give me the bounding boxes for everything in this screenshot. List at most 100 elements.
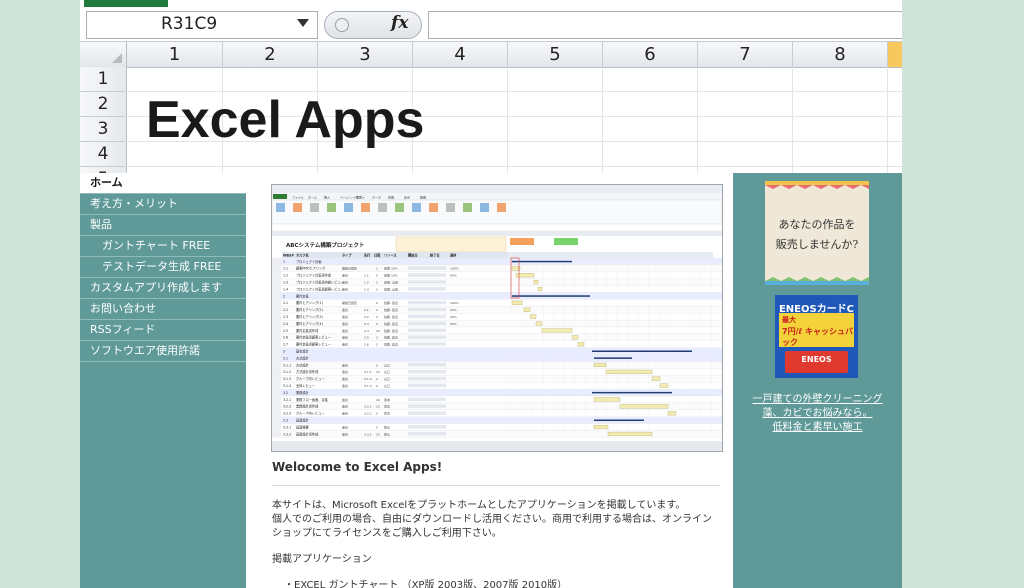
task-bar <box>651 376 661 381</box>
row-number-cell <box>272 416 281 424</box>
page: R31C9 fx 1 2 3 4 5 6 7 8 1 2 3 4 5 <box>80 0 902 588</box>
table-cell: 2.2 <box>364 315 369 319</box>
ad-chip-text: ENEOS <box>801 355 832 364</box>
row-number-cell <box>272 292 281 300</box>
gridline <box>602 67 603 173</box>
row-header[interactable]: 3 <box>80 117 127 142</box>
select-all-corner[interactable] <box>80 42 127 67</box>
column-header[interactable]: 2 <box>223 42 318 67</box>
table-cell: 2.4 <box>283 322 288 326</box>
row-header[interactable]: 1 <box>80 67 127 92</box>
date-cell <box>408 411 446 415</box>
column-header[interactable]: 8 <box>793 42 888 67</box>
date-cell <box>408 328 446 332</box>
nav-item-testdata[interactable]: テストデータ生成 FREE <box>80 257 246 278</box>
right-sidebar: あなたの作品を 販売しませんか? ENEOSカードC 最大 7円/ℓ キャッシュ… <box>733 173 902 588</box>
table-cell: 方式設計 <box>296 362 310 367</box>
column-header[interactable]: 5 <box>508 42 603 67</box>
table-cell: 3.1.1 <box>283 363 291 367</box>
ad-link-text[interactable]: 低料金と素早い施工 <box>741 418 894 433</box>
table-cell: 2 <box>376 377 378 381</box>
table-cell: 連続 <box>342 397 348 402</box>
table-cell: グループ内レビュー <box>296 376 325 381</box>
nav-item-license[interactable]: ソフトウエア使用許諾 <box>80 341 246 362</box>
table-cell: 3.1.4 <box>283 384 291 388</box>
site-title[interactable]: Excel Apps <box>146 90 424 150</box>
gridline <box>697 67 698 173</box>
nav-item-rss[interactable]: RSSフィード <box>80 320 246 341</box>
row-number-cell <box>272 271 281 279</box>
task-bar <box>511 300 523 305</box>
table-cell: 佐藤, 渡辺 <box>384 300 398 305</box>
gridline <box>792 67 793 173</box>
summary-bar <box>592 350 692 352</box>
column-header[interactable]: 7 <box>698 42 793 67</box>
table-cell: 40% <box>450 315 457 319</box>
column-header-mini <box>272 231 722 236</box>
table-cell: 100% <box>450 267 459 271</box>
table-cell: 連続 <box>342 431 348 436</box>
date-cell <box>408 287 446 291</box>
gridline <box>126 166 902 167</box>
table-header-cell: 開始日 <box>408 253 418 258</box>
formula-input[interactable] <box>428 11 902 39</box>
ribbon-button-icon <box>378 203 387 212</box>
ad-link-text[interactable]: 一戸建ての外壁クリーニング <box>741 390 894 405</box>
table-cell: 2 <box>376 336 378 340</box>
date-cell <box>408 425 446 429</box>
table-cell: 3.2.3 <box>283 412 291 416</box>
table-cell: 15 <box>376 432 380 436</box>
table-cell: 画面概要 <box>296 424 310 429</box>
date-cell <box>408 335 446 339</box>
welcome-heading: Welocome to Excel Apps! <box>272 460 443 474</box>
row-number-cell <box>272 361 281 369</box>
ad-card: 最大 7円/ℓ キャッシュバック <box>779 313 854 347</box>
table-cell: 3.1.3 <box>283 377 291 381</box>
task-bar <box>667 411 677 416</box>
formula-bar-mini <box>272 223 722 232</box>
table-cell: 連続 <box>342 280 348 285</box>
nav-item-custom-app[interactable]: カスタムアプリ作成します <box>80 278 246 299</box>
column-header[interactable]: 6 <box>603 42 698 67</box>
table-cell: 要件ヒアリング(1) <box>296 300 323 305</box>
name-box[interactable]: R31C9 <box>86 11 318 39</box>
table-cell: 2 <box>376 412 378 416</box>
zigzag-border <box>765 181 869 189</box>
row-header[interactable]: 4 <box>80 142 127 167</box>
table-cell: 3.1.2 <box>364 377 372 381</box>
row-header[interactable]: 2 <box>80 92 127 117</box>
intro-text: ショップにてライセンスをご購入しご利用下さい。 <box>272 528 502 539</box>
table-cell: 連続 <box>342 383 348 388</box>
nav-item-contact[interactable]: お問い合わせ <box>80 299 246 320</box>
nav-item-gantt[interactable]: ガントチャート FREE <box>80 236 246 257</box>
ad-link-text[interactable]: 藻、カビでお悩みなら。 <box>741 404 894 419</box>
table-row <box>272 292 722 300</box>
table-cell: 2.5 <box>283 329 288 333</box>
column-header[interactable]: 1 <box>127 42 223 67</box>
date-cell <box>408 376 446 381</box>
task-bar <box>523 307 531 312</box>
ad-banner-text: あなたの作品を 販売しませんか? <box>765 215 869 255</box>
date-cell <box>408 342 446 346</box>
table-cell: 佐藤, 渡辺 <box>384 335 398 340</box>
ad-banner-sell[interactable]: あなたの作品を 販売しませんか? <box>765 181 869 285</box>
fx-icon[interactable]: fx <box>391 13 408 33</box>
table-cell: 武本 <box>384 397 390 402</box>
nav-item-concept[interactable]: 考え方・メリット <box>80 194 246 215</box>
nav-item-products[interactable]: 製品 <box>80 215 246 236</box>
ad-banner-eneos[interactable]: ENEOSカードC 最大 7円/ℓ キャッシュバック ENEOS <box>775 295 858 378</box>
app-list-item[interactable]: ・EXCEL ガントチャート （XP版 2003版、2007版 2010版） <box>284 576 567 588</box>
row-number-cell <box>272 313 281 321</box>
table-cell: 連続 <box>342 286 348 291</box>
gantt-screenshot[interactable]: ファイル ホーム 挿入 ページ レイアウト 数式 データ 校閲 表示 開発 ABCシステム構築プロ… <box>271 184 723 452</box>
table-row <box>272 423 722 431</box>
nav-item-home[interactable]: ホーム <box>80 173 246 194</box>
chevron-down-icon[interactable] <box>297 19 309 27</box>
row-number-cell <box>272 258 281 265</box>
column-header-selected[interactable] <box>888 42 902 67</box>
column-header[interactable]: 3 <box>318 42 413 67</box>
column-header[interactable]: 4 <box>413 42 508 67</box>
table-cell: 3.1.2 <box>283 370 291 374</box>
task-bar <box>607 431 653 437</box>
table-cell: 田端 10% <box>384 266 398 271</box>
